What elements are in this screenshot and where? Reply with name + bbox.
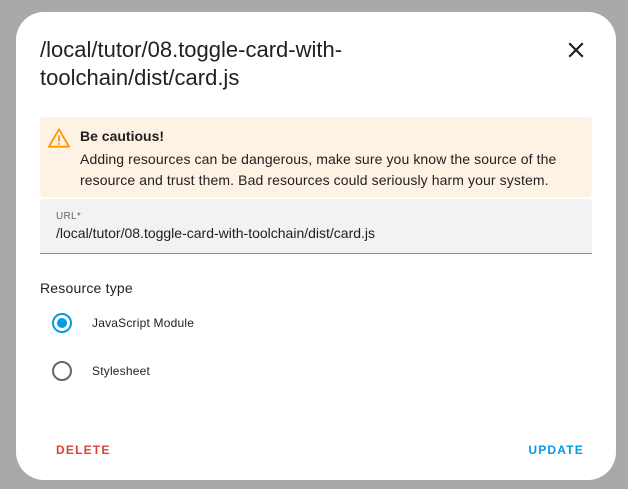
radio-option-stylesheet[interactable]: Stylesheet: [52, 358, 352, 384]
alert-title: Be cautious!: [80, 128, 165, 144]
resource-dialog: /local/tutor/08.toggle-card-with-toolcha…: [16, 12, 616, 480]
radio-button-checked[interactable]: [52, 313, 72, 333]
url-field-label: URL*: [56, 211, 82, 222]
dialog-title: /local/tutor/08.toggle-card-with-toolcha…: [40, 37, 343, 90]
url-field[interactable]: URL*: [40, 199, 592, 254]
radio-button-unchecked[interactable]: [52, 361, 72, 381]
resource-type-label: Resource type: [40, 280, 133, 296]
radio-option-javascript-module[interactable]: JavaScript Module: [52, 310, 352, 336]
update-button[interactable]: UPDATE: [528, 438, 584, 462]
radio-label: Stylesheet: [92, 364, 151, 378]
close-icon: [568, 42, 584, 58]
url-input[interactable]: [56, 225, 576, 241]
radio-label: JavaScript Module: [92, 316, 195, 330]
warning-alert: Be cautious! Adding resources can be dan…: [40, 117, 592, 197]
close-button[interactable]: [556, 34, 596, 66]
delete-button[interactable]: DELETE: [56, 438, 111, 462]
alert-message: Adding resources can be dangerous, make …: [80, 151, 557, 188]
warning-icon: [48, 128, 70, 148]
